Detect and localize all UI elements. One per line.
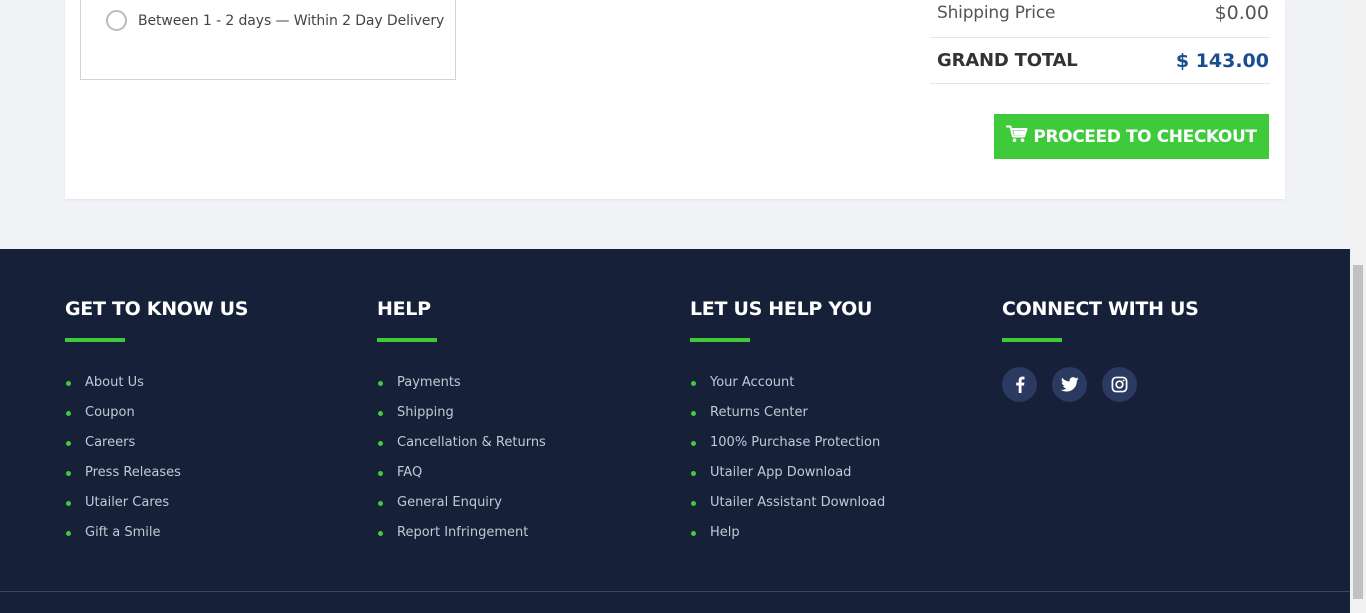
footer-link-careers[interactable]: Careers xyxy=(65,428,248,458)
footer-heading: GET TO KNOW US xyxy=(65,298,249,320)
grand-total-label: GRAND TOTAL xyxy=(937,50,1078,71)
page-scrollbar[interactable] xyxy=(1350,0,1366,613)
heading-underline xyxy=(1002,338,1062,342)
footer-link-purchase-protection[interactable]: 100% Purchase Protection xyxy=(690,428,885,458)
facebook-icon[interactable] xyxy=(1002,367,1037,402)
footer-col-get-to-know-us: GET TO KNOW US About Us Coupon Careers P… xyxy=(65,297,248,548)
footer-col-help: HELP Payments Shipping Cancellation & Re… xyxy=(377,297,546,548)
footer-heading: HELP xyxy=(377,298,431,320)
footer-link-faq[interactable]: FAQ xyxy=(377,458,546,488)
footer-link-general-enquiry[interactable]: General Enquiry xyxy=(377,488,546,518)
footer-col-let-us-help-you: LET US HELP YOU Your Account Returns Cen… xyxy=(690,297,885,548)
footer-col-connect-with-us: CONNECT WITH US xyxy=(1002,297,1199,402)
footer-link-list: Your Account Returns Center 100% Purchas… xyxy=(690,368,885,548)
footer-link-payments[interactable]: Payments xyxy=(377,368,546,398)
footer-link-returns-center[interactable]: Returns Center xyxy=(690,398,885,428)
order-summary: Shipping Price $0.00 GRAND TOTAL $ 143.0… xyxy=(930,0,1270,84)
grand-total-value: $ 143.00 xyxy=(1175,49,1269,72)
footer-heading: CONNECT WITH US xyxy=(1002,298,1199,320)
site-footer: GET TO KNOW US About Us Coupon Careers P… xyxy=(0,249,1350,613)
shipping-option-label: Between 1 - 2 days — Within 2 Day Delive… xyxy=(138,12,445,29)
heading-underline xyxy=(377,338,437,342)
scrollbar-thumb[interactable] xyxy=(1353,265,1363,599)
shipping-option-2day[interactable]: Between 1 - 2 days — Within 2 Day Delive… xyxy=(106,10,444,31)
heading-underline xyxy=(65,338,125,342)
footer-link-cancellation-returns[interactable]: Cancellation & Returns xyxy=(377,428,546,458)
social-links xyxy=(1002,367,1199,402)
footer-link-shipping[interactable]: Shipping xyxy=(377,398,546,428)
shipping-price-row: Shipping Price $0.00 xyxy=(930,0,1270,38)
shipping-price-value: $0.00 xyxy=(1214,1,1269,24)
footer-link-your-account[interactable]: Your Account xyxy=(690,368,885,398)
footer-link-report-infringement[interactable]: Report Infringement xyxy=(377,518,546,548)
footer-link-list: About Us Coupon Careers Press Releases U… xyxy=(65,368,248,548)
footer-link-utailer-cares[interactable]: Utailer Cares xyxy=(65,488,248,518)
checkout-label: PROCEED TO CHECKOUT xyxy=(1033,126,1257,147)
proceed-to-checkout-button[interactable]: PROCEED TO CHECKOUT xyxy=(994,114,1269,159)
shipping-option-radio[interactable] xyxy=(106,10,127,31)
cart-summary-card: Between 1 - 2 days — Within 2 Day Delive… xyxy=(65,0,1285,199)
shipping-options-box: Between 1 - 2 days — Within 2 Day Delive… xyxy=(80,0,456,80)
footer-link-gift-a-smile[interactable]: Gift a Smile xyxy=(65,518,248,548)
cart-icon xyxy=(1006,125,1028,143)
footer-link-assistant-download[interactable]: Utailer Assistant Download xyxy=(690,488,885,518)
footer-link-list: Payments Shipping Cancellation & Returns… xyxy=(377,368,546,548)
footer-link-coupon[interactable]: Coupon xyxy=(65,398,248,428)
twitter-icon[interactable] xyxy=(1052,367,1087,402)
footer-link-help[interactable]: Help xyxy=(690,518,885,548)
footer-link-press-releases[interactable]: Press Releases xyxy=(65,458,248,488)
shipping-price-label: Shipping Price xyxy=(937,2,1056,23)
footer-link-about-us[interactable]: About Us xyxy=(65,368,248,398)
grand-total-row: GRAND TOTAL $ 143.00 xyxy=(930,38,1270,84)
footer-heading: LET US HELP YOU xyxy=(690,298,873,320)
heading-underline xyxy=(690,338,750,342)
footer-link-app-download[interactable]: Utailer App Download xyxy=(690,458,885,488)
instagram-icon[interactable] xyxy=(1102,367,1137,402)
footer-divider xyxy=(0,591,1350,592)
